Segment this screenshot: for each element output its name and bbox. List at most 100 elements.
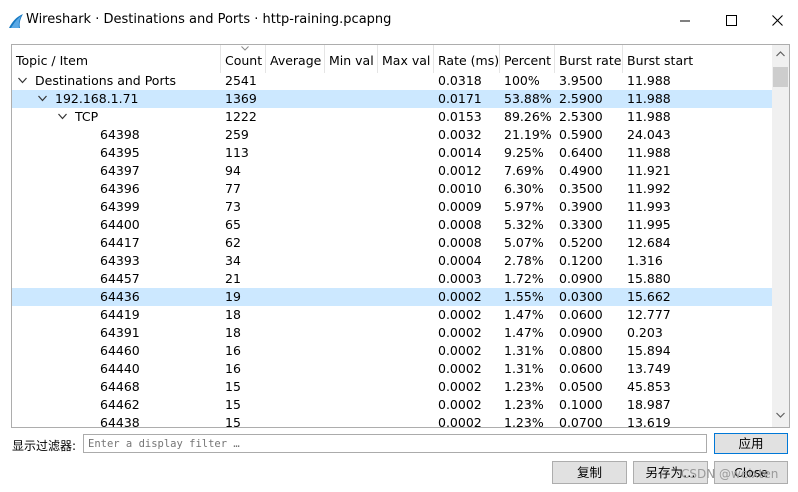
table-row[interactable]: Destinations and Ports 2541 0.0318 100% 3.95…	[12, 72, 772, 90]
cell-min-val	[325, 162, 378, 180]
column-header-min-val[interactable]: Min val	[325, 45, 378, 73]
cell-count: 73	[225, 199, 241, 214]
cell-percent: 1.72%	[504, 271, 544, 286]
table-header: Topic / Item Count Average Min val Max v…	[12, 45, 772, 73]
cell-max-val	[378, 324, 434, 342]
column-header-burst-start[interactable]: Burst start	[623, 45, 772, 73]
column-header-burst-rate[interactable]: Burst rate	[555, 45, 623, 73]
table-row[interactable]: 64398 259 0.0032 21.19% 0.5900 24.043	[12, 126, 772, 144]
cell-topic-item: 64440	[100, 361, 140, 376]
cell-count: 16	[225, 361, 241, 376]
cell-percent: 5.32%	[504, 217, 544, 232]
cell-max-val	[378, 90, 434, 108]
cell-rate: 0.0002	[438, 325, 482, 340]
cell-burst-rate: 2.5300	[559, 109, 603, 124]
table-row[interactable]: 64438 15 0.0002 1.23% 0.0700 13.619	[12, 414, 772, 428]
chevron-down-icon[interactable]	[18, 77, 27, 84]
table-row[interactable]: 64436 19 0.0002 1.55% 0.0300 15.662	[12, 288, 772, 306]
table-row[interactable]: 64457 21 0.0003 1.72% 0.0900 15.880	[12, 270, 772, 288]
cell-average	[266, 108, 325, 126]
cell-burst-rate: 0.0600	[559, 361, 603, 376]
scroll-down-icon[interactable]	[776, 412, 785, 418]
cell-rate: 0.0002	[438, 289, 482, 304]
cell-percent: 1.23%	[504, 397, 544, 412]
cell-average	[266, 234, 325, 252]
table-row[interactable]: 64460 16 0.0002 1.31% 0.0800 15.894	[12, 342, 772, 360]
column-header-average[interactable]: Average	[266, 45, 325, 73]
table-row[interactable]: 64400 65 0.0008 5.32% 0.3300 11.995	[12, 216, 772, 234]
table-row[interactable]: 64396 77 0.0010 6.30% 0.3500 11.992	[12, 180, 772, 198]
cell-rate: 0.0012	[438, 163, 482, 178]
cell-min-val	[325, 72, 378, 90]
table-row[interactable]: 64462 15 0.0002 1.23% 0.1000 18.987	[12, 396, 772, 414]
cell-min-val	[325, 288, 378, 306]
cell-burst-rate: 0.0700	[559, 415, 603, 428]
display-filter-label: 显示过滤器:	[12, 439, 77, 453]
table-row[interactable]: 64391 18 0.0002 1.47% 0.0900 0.203	[12, 324, 772, 342]
cell-percent: 21.19%	[504, 127, 552, 142]
table-row[interactable]: 64440 16 0.0002 1.31% 0.0600 13.749	[12, 360, 772, 378]
column-header-percent[interactable]: Percent	[500, 45, 555, 73]
column-header-rate[interactable]: Rate (ms)	[434, 45, 500, 73]
table-row[interactable]: 64399 73 0.0009 5.97% 0.3900 11.993	[12, 198, 772, 216]
table-row[interactable]: 192.168.1.71 1369 0.0171 53.88% 2.5900 11.988	[12, 90, 772, 108]
cell-min-val	[325, 378, 378, 396]
table-row[interactable]: 64395 113 0.0014 9.25% 0.6400 11.988	[12, 144, 772, 162]
table-row[interactable]: 64417 62 0.0008 5.07% 0.5200 12.684	[12, 234, 772, 252]
cell-rate: 0.0010	[438, 181, 482, 196]
copy-button[interactable]: 复制	[552, 461, 627, 484]
cell-count: 1369	[225, 91, 257, 106]
table-row[interactable]: 64393 34 0.0004 2.78% 0.1200 1.316	[12, 252, 772, 270]
cell-topic-item: 64399	[100, 199, 140, 214]
table-row[interactable]: 64468 15 0.0002 1.23% 0.0500 45.853	[12, 378, 772, 396]
cell-count: 15	[225, 415, 241, 428]
cell-average	[266, 396, 325, 414]
cell-rate: 0.0009	[438, 199, 482, 214]
cell-topic-item: 64395	[100, 145, 140, 160]
chevron-down-icon[interactable]	[38, 95, 47, 102]
table-row[interactable]: 64397 94 0.0012 7.69% 0.4900 11.921	[12, 162, 772, 180]
cell-rate: 0.0003	[438, 271, 482, 286]
cell-percent: 1.47%	[504, 325, 544, 340]
cell-burst-rate: 0.6400	[559, 145, 603, 160]
close-icon	[771, 15, 783, 26]
cell-min-val	[325, 270, 378, 288]
cell-percent: 53.88%	[504, 91, 552, 106]
cell-topic-item: 64391	[100, 325, 140, 340]
cell-min-val	[325, 216, 378, 234]
scroll-up-icon[interactable]	[776, 51, 785, 57]
cell-max-val	[378, 288, 434, 306]
column-header-topic[interactable]: Topic / Item	[12, 45, 221, 73]
cell-topic-item: 64457	[100, 271, 140, 286]
cell-min-val	[325, 126, 378, 144]
cell-burst-start: 11.921	[627, 163, 671, 178]
apply-filter-button[interactable]: 应用	[714, 433, 788, 454]
cell-burst-start: 45.853	[627, 379, 671, 394]
cell-count: 21	[225, 271, 241, 286]
cell-rate: 0.0318	[438, 73, 482, 88]
cell-burst-rate: 0.3500	[559, 181, 603, 196]
maximize-button[interactable]	[708, 8, 754, 34]
cell-rate: 0.0153	[438, 109, 482, 124]
minimize-button[interactable]	[662, 8, 708, 34]
display-filter-input[interactable]	[83, 434, 707, 453]
cell-topic-item: 64419	[100, 307, 140, 322]
vertical-scrollbar[interactable]	[772, 45, 789, 427]
column-header-max-val[interactable]: Max val	[378, 45, 434, 73]
cell-average	[266, 90, 325, 108]
cell-count: 62	[225, 235, 241, 250]
chevron-down-icon[interactable]	[58, 113, 67, 120]
cell-topic-item: 64396	[100, 181, 140, 196]
cell-min-val	[325, 414, 378, 427]
cell-topic-item: 192.168.1.71	[55, 91, 139, 106]
cell-percent: 100%	[504, 73, 540, 88]
table-row[interactable]: 64419 18 0.0002 1.47% 0.0600 12.777	[12, 306, 772, 324]
close-window-button[interactable]	[754, 8, 798, 34]
statistics-tree-table[interactable]: Topic / Item Count Average Min val Max v…	[11, 44, 790, 428]
window-title: Wireshark · Destinations and Ports · htt…	[26, 12, 392, 27]
table-row[interactable]: TCP 1222 0.0153 89.26% 2.5300 11.988	[12, 108, 772, 126]
scrollbar-thumb[interactable]	[773, 67, 788, 87]
cell-burst-start: 11.988	[627, 91, 671, 106]
cell-min-val	[325, 198, 378, 216]
cell-average	[266, 270, 325, 288]
